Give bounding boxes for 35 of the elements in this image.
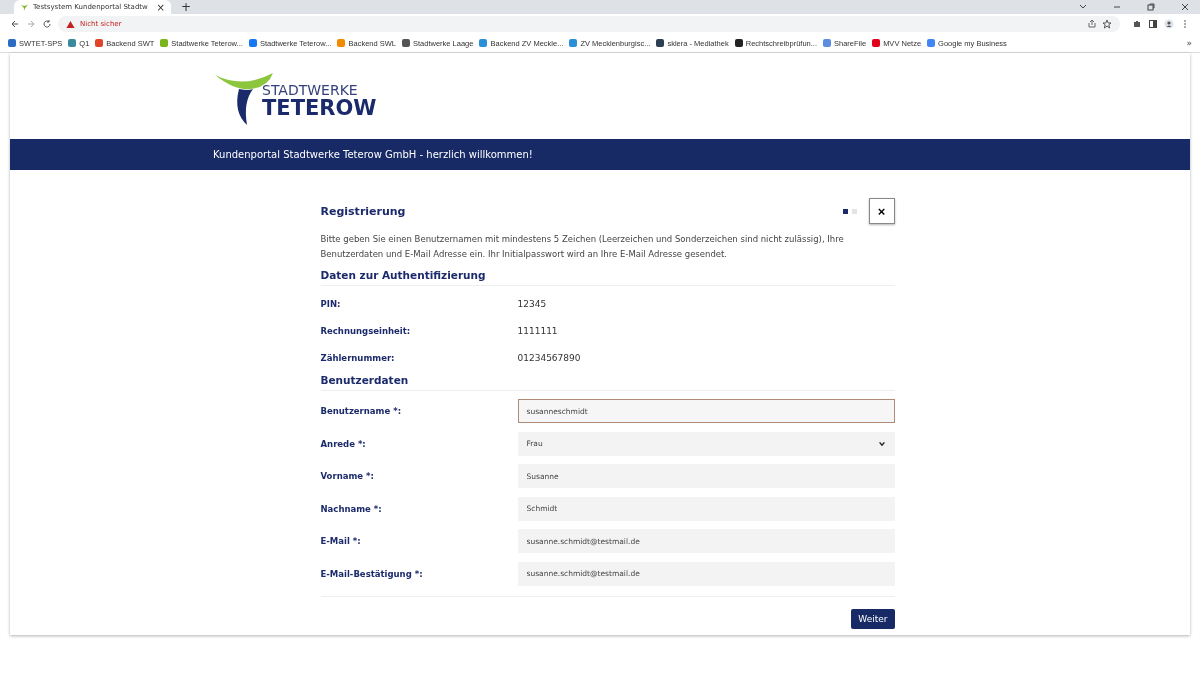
welcome-text: Kundenportal Stadtwerke Teterow GmbH - herzlich willkommen!: [213, 149, 533, 160]
field-label: E-Mail-Bestätigung *:: [320, 568, 424, 579]
warning-icon: [66, 19, 75, 29]
field-label: Rechnungseinheit:: [320, 325, 412, 336]
field-label: Vorname *:: [320, 471, 375, 482]
share-icon[interactable]: [1087, 19, 1097, 29]
section-heading: Benutzerdaten: [320, 371, 895, 391]
field-label: Zählernummer:: [320, 352, 396, 363]
field-label: Anrede *:: [320, 438, 367, 449]
field-value: 12345: [517, 298, 547, 309]
field-label: PIN:: [320, 298, 342, 309]
section-heading: Daten zur Authentifizierung: [320, 266, 895, 286]
tab-close-button[interactable]: ×: [156, 1, 165, 13]
close-button[interactable]: ×: [868, 198, 895, 224]
logo-icon: [20, 2, 29, 12]
field-label: E-Mail *:: [320, 536, 362, 547]
intro-text: Bitte geben Sie einen Benutzernamen mit mindestens 5 Zeichen (Leerzeichen und Sonderzeichen sind nicht zulässig), Ihre Benutzerdaten und E-Mail Adresse ein. Ihr Initialpasswort wird an Ihre E-Mail Adresse gesendet.: [320, 233, 845, 261]
profile-icon[interactable]: [1164, 19, 1174, 29]
restore-icon[interactable]: [1146, 2, 1156, 12]
new-tab-button[interactable]: +: [181, 0, 192, 14]
field-label: Nachname *:: [320, 503, 383, 514]
field-value: 01234567890: [517, 352, 581, 363]
more-bookmarks-button[interactable]: »: [1186, 38, 1192, 48]
side-panel-icon[interactable]: [1148, 19, 1158, 29]
field-value: 1111111: [517, 325, 558, 336]
logo-text: TETEROW: [262, 98, 377, 119]
field-label: Benutzername *:: [320, 406, 403, 417]
back-icon[interactable]: [10, 19, 20, 29]
close-icon[interactable]: [1180, 2, 1190, 12]
star-icon[interactable]: [1102, 19, 1112, 29]
chevron-down-icon: [877, 439, 886, 448]
reload-icon[interactable]: [42, 19, 52, 29]
next-button[interactable]: Weiter: [851, 609, 895, 629]
logo-text: STADTWERKE: [262, 82, 359, 98]
dialog-title: Registrierung: [320, 204, 406, 218]
